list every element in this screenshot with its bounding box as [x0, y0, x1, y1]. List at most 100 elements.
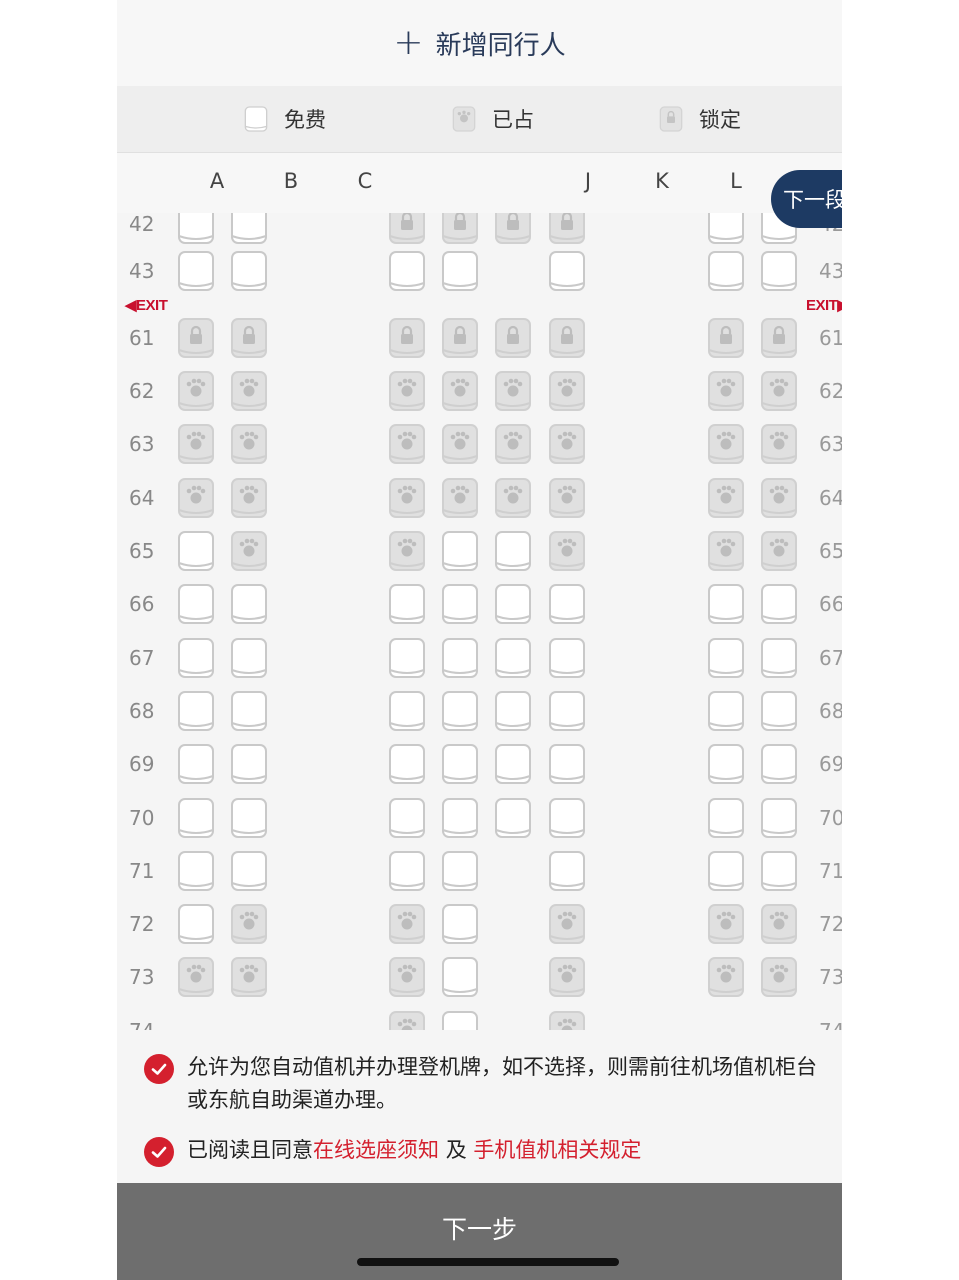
seat-locked: [494, 213, 532, 245]
seat-occupied-icon: [549, 957, 585, 997]
seat-free[interactable]: [177, 903, 215, 945]
seat-occupied-icon: [549, 1011, 585, 1030]
next-segment-button[interactable]: 下一段: [771, 170, 842, 228]
seat-free-icon: [442, 251, 478, 291]
seat-free[interactable]: [441, 583, 479, 625]
seat-free[interactable]: [230, 743, 268, 785]
seat-free[interactable]: [441, 250, 479, 292]
seat-free[interactable]: [707, 797, 745, 839]
row-number-left: 63: [129, 432, 155, 456]
seat-free[interactable]: [441, 956, 479, 998]
seat-occupied: [230, 530, 268, 572]
seat-free[interactable]: [707, 850, 745, 892]
seat-free[interactable]: [441, 637, 479, 679]
legend-locked-label: 锁定: [699, 108, 741, 132]
seat-free[interactable]: [707, 637, 745, 679]
seat-free[interactable]: [230, 213, 268, 245]
seat-free[interactable]: [707, 690, 745, 732]
seat-free[interactable]: [760, 637, 798, 679]
seat-notice-link[interactable]: 在线选座须知: [313, 1138, 439, 1162]
seat-free[interactable]: [548, 637, 586, 679]
seat-free[interactable]: [177, 530, 215, 572]
seat-free[interactable]: [548, 743, 586, 785]
seat-free[interactable]: [177, 743, 215, 785]
auto-checkin-checkbox[interactable]: [144, 1054, 174, 1084]
seat-free[interactable]: [177, 797, 215, 839]
seat-free-icon: [389, 851, 425, 891]
seat-free[interactable]: [177, 583, 215, 625]
seat-occupied-icon: [178, 478, 214, 518]
seat-free[interactable]: [494, 690, 532, 732]
seat-free[interactable]: [441, 850, 479, 892]
seat-occupied-icon: [231, 478, 267, 518]
seat-free[interactable]: [441, 530, 479, 572]
seat-free-icon: [178, 251, 214, 291]
seat-free[interactable]: [230, 583, 268, 625]
seat-free[interactable]: [441, 690, 479, 732]
seat-free[interactable]: [177, 637, 215, 679]
seat-free[interactable]: [388, 583, 426, 625]
seat-free[interactable]: [177, 250, 215, 292]
seat-free[interactable]: [494, 743, 532, 785]
seat-free[interactable]: [230, 250, 268, 292]
seat-free[interactable]: [441, 903, 479, 945]
seat-locked: [441, 317, 479, 359]
seat-free-icon: [549, 638, 585, 678]
seat-free-icon: [549, 251, 585, 291]
seat-occupied: [707, 423, 745, 465]
seat-free[interactable]: [707, 250, 745, 292]
seat-free-icon: [708, 744, 744, 784]
seat-free[interactable]: [388, 850, 426, 892]
seat-free[interactable]: [760, 743, 798, 785]
seat-occupied: [230, 477, 268, 519]
seat-free[interactable]: [388, 637, 426, 679]
seat-free-icon: [389, 691, 425, 731]
seat-free[interactable]: [230, 690, 268, 732]
seat-free[interactable]: [548, 583, 586, 625]
seat-free[interactable]: [707, 743, 745, 785]
seat-free[interactable]: [760, 250, 798, 292]
mobile-checkin-rules-link[interactable]: 手机值机相关规定: [473, 1138, 641, 1162]
seat-free[interactable]: [177, 213, 215, 245]
seat-free[interactable]: [707, 213, 745, 245]
seat-map[interactable]: 4242434361616262636364646565666667676868…: [117, 213, 842, 1030]
seat-free[interactable]: [548, 850, 586, 892]
seat-free[interactable]: [494, 797, 532, 839]
seat-occupied: [760, 903, 798, 945]
seat-free[interactable]: [388, 250, 426, 292]
seat-free[interactable]: [177, 690, 215, 732]
seat-free[interactable]: [388, 743, 426, 785]
seat-occupied: [230, 370, 268, 412]
row-number-right: 68: [819, 699, 842, 723]
seat-occupied-icon: [231, 957, 267, 997]
seat-free[interactable]: [548, 250, 586, 292]
seat-free[interactable]: [548, 797, 586, 839]
seat-free[interactable]: [441, 797, 479, 839]
seat-free[interactable]: [494, 637, 532, 679]
seat-free-icon: [761, 744, 797, 784]
seat-free[interactable]: [441, 743, 479, 785]
row-number-left: 61: [129, 326, 155, 350]
seat-free[interactable]: [760, 583, 798, 625]
seat-free[interactable]: [230, 797, 268, 839]
seat-free[interactable]: [760, 797, 798, 839]
add-passenger-button[interactable]: + 新增同行人: [117, 0, 842, 86]
seat-free[interactable]: [760, 850, 798, 892]
seat-free[interactable]: [760, 690, 798, 732]
seat-free[interactable]: [494, 583, 532, 625]
seat-free[interactable]: [707, 583, 745, 625]
seat-free[interactable]: [230, 850, 268, 892]
agree-terms-checkbox[interactable]: [144, 1137, 174, 1167]
seat-free-icon: [549, 798, 585, 838]
seat-free[interactable]: [177, 850, 215, 892]
seat-free[interactable]: [548, 690, 586, 732]
column-header: A B C J K L: [117, 153, 842, 213]
seat-free[interactable]: [441, 1010, 479, 1030]
seat-free[interactable]: [494, 530, 532, 572]
seat-occupied: [177, 370, 215, 412]
seat-free-icon: [178, 213, 214, 244]
seat-free[interactable]: [230, 637, 268, 679]
seat-free[interactable]: [388, 797, 426, 839]
seat-occupied-icon: [761, 424, 797, 464]
seat-free[interactable]: [388, 690, 426, 732]
